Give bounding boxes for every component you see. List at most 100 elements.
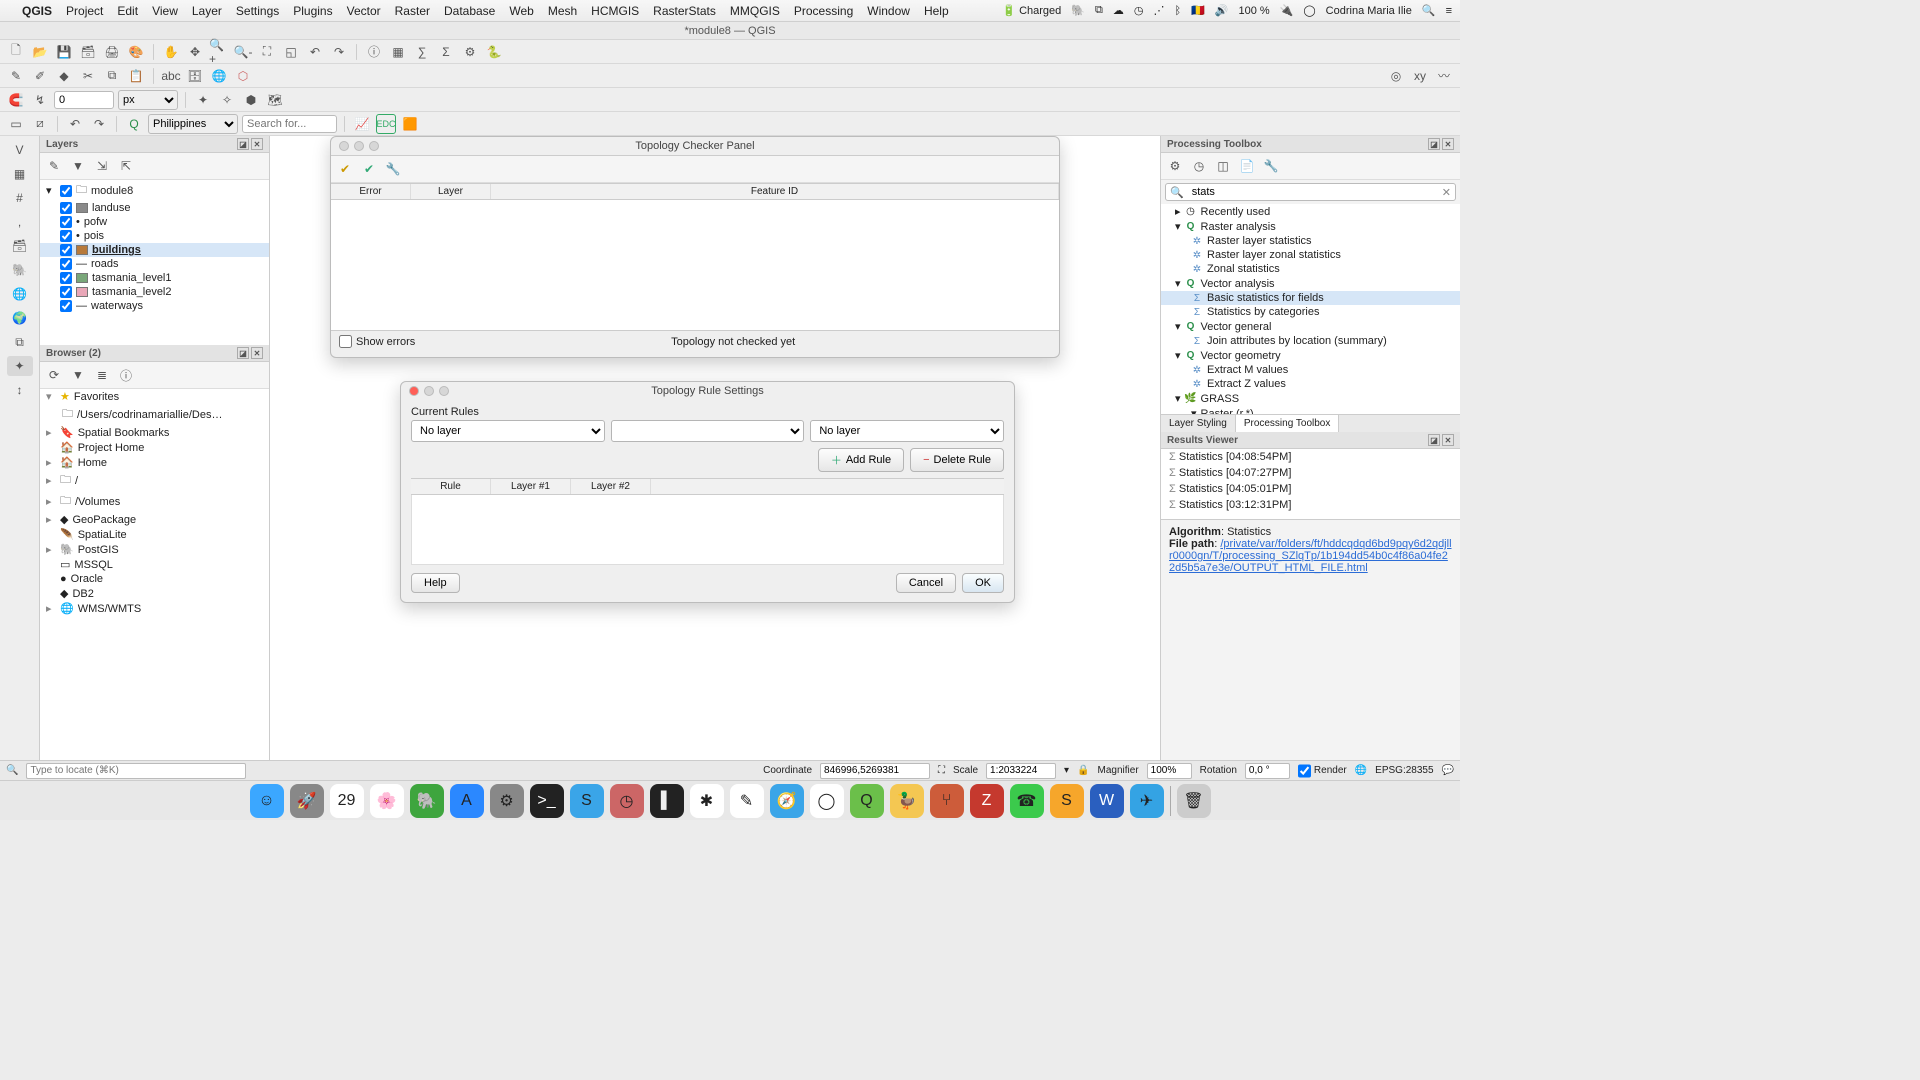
python-icon[interactable]: 🐍 [484, 42, 504, 62]
show-errors-checkbox[interactable] [339, 335, 352, 348]
browser-wms[interactable]: WMS/WMTS [78, 603, 142, 615]
browser-bookmarks[interactable]: Spatial Bookmarks [78, 427, 170, 439]
collapse-icon[interactable]: ⇱ [116, 156, 136, 176]
refresh-icon[interactable]: ⟳ [44, 365, 64, 385]
dock-evernote-icon[interactable]: 🐘 [410, 784, 444, 818]
layers-close-icon[interactable]: ✕ [251, 138, 263, 150]
cancel-button[interactable]: Cancel [896, 573, 956, 593]
menu-help[interactable]: Help [924, 4, 949, 18]
app-name[interactable]: QGIS [22, 4, 52, 18]
menu-settings[interactable]: Settings [236, 4, 279, 18]
close-dot-icon[interactable] [409, 386, 419, 396]
style-icon[interactable]: 🎨 [126, 42, 146, 62]
q-icon[interactable]: Q [124, 114, 144, 134]
edc-icon[interactable]: EDC [376, 114, 396, 134]
flag-icon[interactable]: 🇷🇴 [1191, 4, 1205, 17]
menu-processing[interactable]: Processing [794, 4, 853, 18]
rot-input[interactable] [1245, 763, 1290, 779]
browser-home[interactable]: Home [78, 457, 107, 469]
browser-postgis[interactable]: PostGIS [78, 544, 119, 556]
lock-icon[interactable]: 🔒 [1077, 765, 1089, 776]
dock-appstore-icon[interactable]: A [450, 784, 484, 818]
arrow-icon[interactable]: ↕ [7, 380, 33, 400]
print-layout-icon[interactable]: 🖨 [102, 42, 122, 62]
topology-icon[interactable]: ⬡ [233, 66, 253, 86]
messages-icon[interactable]: 💬 [1442, 765, 1454, 776]
pan-icon[interactable]: ✋ [161, 42, 181, 62]
wms-icon[interactable]: 🌐 [7, 284, 33, 304]
toolbox-item[interactable]: Zonal statistics [1207, 263, 1280, 275]
menu-view[interactable]: View [152, 4, 178, 18]
save-as-icon[interactable]: 🗃 [78, 42, 98, 62]
style-preset-icon[interactable]: ✎ [44, 156, 64, 176]
menu-plugins[interactable]: Plugins [293, 4, 332, 18]
search-input[interactable] [242, 115, 337, 133]
layer-buildings[interactable]: buildings [92, 244, 141, 256]
menu-raster[interactable]: Raster [395, 4, 430, 18]
result-item[interactable]: Statistics [04:07:27PM] [1179, 467, 1292, 479]
filter-legend-icon[interactable]: ▼ [68, 156, 88, 176]
dock-app1-icon[interactable]: ◷ [610, 784, 644, 818]
toolbox-item[interactable]: Join attributes by location (summary) [1207, 335, 1387, 347]
browser-close-icon[interactable]: ✕ [251, 347, 263, 359]
coord-input[interactable] [820, 763, 930, 779]
volume-icon[interactable]: 🔊 [1215, 4, 1229, 17]
rule-layer1-select[interactable]: No layer [411, 420, 605, 442]
clock-icon[interactable]: ◷ [1134, 4, 1144, 17]
results-detach-icon[interactable]: ◪ [1428, 434, 1440, 446]
toolbox-vector-analysis[interactable]: Vector analysis [1201, 278, 1275, 290]
snap-unit-select[interactable]: px [118, 90, 178, 110]
result-item[interactable]: Statistics [04:08:54PM] [1179, 451, 1292, 463]
toolbox-history-icon[interactable]: ◷ [1189, 156, 1209, 176]
pan-selection-icon[interactable]: ✥ [185, 42, 205, 62]
redo-icon[interactable]: ↷ [89, 114, 109, 134]
toolbox-item[interactable]: Raster layer zonal statistics [1207, 249, 1341, 261]
dock-iterm-icon[interactable]: ▌ [650, 784, 684, 818]
topology-checker-panel[interactable]: Topology Checker Panel ✔ ✔ 🔧 Error Layer… [330, 136, 1060, 358]
dock-safari-icon[interactable]: 🧭 [770, 784, 804, 818]
virtual-icon[interactable]: ⧉ [7, 332, 33, 352]
layer-cb[interactable] [60, 300, 72, 312]
browser-mssql[interactable]: MSSQL [74, 559, 113, 571]
validate-extent-icon[interactable]: ✔ [359, 159, 379, 179]
db-icon[interactable]: 🗄 [185, 66, 205, 86]
map-canvas[interactable]: Topology Checker Panel ✔ ✔ 🔧 Error Layer… [270, 136, 1160, 760]
browser-root[interactable]: / [75, 475, 78, 487]
zoom-layer-icon[interactable]: ◱ [281, 42, 301, 62]
cut-icon[interactable]: ✂ [78, 66, 98, 86]
filter-icon[interactable]: ▼ [68, 365, 88, 385]
render-checkbox[interactable] [1298, 763, 1311, 779]
snap-icon[interactable]: 🧲 [6, 90, 26, 110]
layer-waterways[interactable]: waterways [91, 300, 143, 312]
zoom-next-icon[interactable]: ↷ [329, 42, 349, 62]
menu-hcmgis[interactable]: HCMGIS [591, 4, 639, 18]
layer-tasmania1[interactable]: tasmania_level1 [92, 272, 172, 284]
save-icon[interactable]: 💾 [54, 42, 74, 62]
layer-cb[interactable] [60, 272, 72, 284]
dock-gitahead-icon[interactable]: ⑂ [930, 784, 964, 818]
zoom-in-icon[interactable]: 🔍+ [209, 42, 229, 62]
min-dot-icon[interactable] [424, 386, 434, 396]
browser-favorites[interactable]: Favorites [74, 391, 119, 403]
misc2-icon[interactable]: ✧ [217, 90, 237, 110]
dock-cyberduck-icon[interactable]: 🦆 [890, 784, 924, 818]
menu-mesh[interactable]: Mesh [548, 4, 577, 18]
results-close-icon[interactable]: ✕ [1442, 434, 1454, 446]
open-icon[interactable]: 📂 [30, 42, 50, 62]
misc1-icon[interactable]: ✦ [193, 90, 213, 110]
trace-icon[interactable]: ↯ [30, 90, 50, 110]
browser-userpath[interactable]: /Users/codrinamariallie/Des… [77, 409, 223, 421]
menu-database[interactable]: Database [444, 4, 495, 18]
menu-rasterstats[interactable]: RasterStats [653, 4, 716, 18]
spatialite-icon[interactable]: 🗃 [7, 236, 33, 256]
group-checkbox[interactable] [60, 185, 72, 197]
edit2-icon[interactable]: ✐ [30, 66, 50, 86]
min-dot-icon[interactable] [354, 141, 364, 151]
donut-icon[interactable]: ◎ [1386, 66, 1406, 86]
csv-layer-icon[interactable]: , [7, 212, 33, 232]
dock-finder-icon[interactable]: ☺ [250, 784, 284, 818]
identify-icon[interactable]: ⓘ [364, 42, 384, 62]
browser-spatialite[interactable]: SpatiaLite [78, 529, 127, 541]
dock-whatsapp-icon[interactable]: ☎ [1010, 784, 1044, 818]
select-icon[interactable]: ▭ [6, 114, 26, 134]
